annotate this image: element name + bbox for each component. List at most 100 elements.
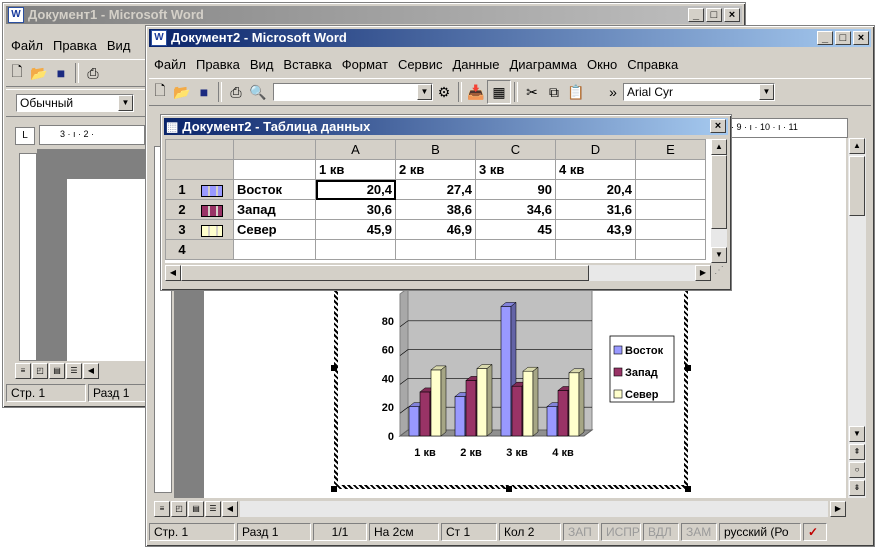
- resize-handle[interactable]: [685, 365, 691, 371]
- row-header[interactable]: 4: [165, 239, 234, 260]
- column-header[interactable]: C: [475, 139, 556, 160]
- web-view-icon[interactable]: ◰: [32, 363, 48, 379]
- maximize-button[interactable]: □: [835, 31, 851, 45]
- scroll-right-icon[interactable]: ▶: [695, 265, 711, 281]
- outline-view-icon[interactable]: ☰: [66, 363, 82, 379]
- series-label-cell[interactable]: Север: [233, 219, 316, 240]
- select-all-cell[interactable]: [165, 139, 234, 160]
- column-header[interactable]: D: [555, 139, 636, 160]
- status-ovr[interactable]: ЗАМ: [681, 523, 717, 541]
- resize-handle[interactable]: [331, 365, 337, 371]
- status-rec[interactable]: ЗАП: [563, 523, 599, 541]
- scroll-left-icon[interactable]: ◀: [222, 501, 238, 517]
- save-icon[interactable]: ■: [193, 81, 215, 103]
- value-cell[interactable]: 90: [475, 179, 556, 200]
- print-preview-icon[interactable]: 🔍: [247, 81, 269, 103]
- column-header[interactable]: A: [315, 139, 396, 160]
- datasheet-horizontal-scrollbar[interactable]: ◀ ▶: [165, 265, 711, 281]
- row-header-blank[interactable]: [165, 159, 234, 180]
- category-header-cell[interactable]: 2 кв: [395, 159, 476, 180]
- chart-object-frame[interactable]: 0 20 40 60 80 1 кв 2 кв 3 кв 4 кв Восток Запад Севе…: [334, 284, 688, 489]
- cut-icon[interactable]: ✂: [521, 81, 543, 103]
- row-header[interactable]: 1: [165, 179, 234, 200]
- menu-edit[interactable]: Правка: [48, 38, 102, 53]
- chevron-down-icon[interactable]: ▼: [759, 84, 774, 100]
- new-document-icon[interactable]: 🗋: [6, 62, 28, 84]
- page-view-icon[interactable]: ▤: [49, 363, 65, 379]
- menu-chart[interactable]: Диаграмма: [504, 57, 582, 72]
- doc2-horizontal-scrollbar[interactable]: [240, 501, 828, 517]
- normal-view-icon[interactable]: ≡: [154, 501, 170, 517]
- datasheet-cell[interactable]: [233, 159, 316, 180]
- new-document-icon[interactable]: 🗋: [149, 81, 171, 103]
- doc2-titlebar[interactable]: W Документ2 - Microsoft Word _ □ ×: [149, 29, 871, 47]
- value-cell[interactable]: 45: [475, 219, 556, 240]
- scroll-up-icon[interactable]: ▲: [849, 138, 865, 154]
- column-header[interactable]: E: [635, 139, 706, 160]
- page-view-icon[interactable]: ▤: [188, 501, 204, 517]
- value-cell[interactable]: 34,6: [475, 199, 556, 220]
- scroll-down-icon[interactable]: ▼: [849, 426, 865, 442]
- column-header-blank[interactable]: [233, 139, 316, 160]
- outline-view-icon[interactable]: ☰: [205, 501, 221, 517]
- scroll-thumb[interactable]: [711, 155, 727, 229]
- web-view-icon[interactable]: ◰: [171, 501, 187, 517]
- value-cell[interactable]: 45,9: [315, 219, 396, 240]
- menu-tools[interactable]: Сервис: [393, 57, 448, 72]
- menu-view[interactable]: Вид: [102, 38, 136, 53]
- value-cell[interactable]: 38,6: [395, 199, 476, 220]
- status-ext[interactable]: ВДЛ: [643, 523, 679, 541]
- scroll-left-icon[interactable]: ◀: [165, 265, 181, 281]
- value-cell[interactable]: 20,4: [315, 179, 396, 200]
- category-header-cell[interactable]: 4 кв: [555, 159, 636, 180]
- menu-window[interactable]: Окно: [582, 57, 622, 72]
- row-header[interactable]: 3: [165, 219, 234, 240]
- series-label-cell[interactable]: Восток: [233, 179, 316, 200]
- next-page-icon[interactable]: ⇟: [849, 480, 865, 496]
- close-button[interactable]: ×: [853, 31, 869, 45]
- value-cell[interactable]: 31,6: [555, 199, 636, 220]
- open-folder-icon[interactable]: 📂: [171, 81, 193, 103]
- minimize-button[interactable]: _: [688, 8, 704, 22]
- print-icon[interactable]: ⎙: [82, 62, 104, 84]
- datasheet-vertical-scrollbar[interactable]: ▲ ▼: [711, 139, 727, 263]
- datasheet-view-icon[interactable]: ▦: [487, 80, 511, 104]
- datasheet-cell[interactable]: [635, 199, 706, 220]
- print-icon[interactable]: ⎙: [225, 81, 247, 103]
- normal-view-icon[interactable]: ≡: [15, 363, 31, 379]
- category-header-cell[interactable]: 1 кв: [315, 159, 396, 180]
- value-cell[interactable]: [475, 239, 556, 260]
- resize-grip[interactable]: ⋰: [711, 265, 727, 281]
- value-cell[interactable]: 20,4: [555, 179, 636, 200]
- scroll-right-icon[interactable]: ▶: [830, 501, 846, 517]
- save-icon[interactable]: ■: [50, 62, 72, 84]
- spelling-status-icon[interactable]: ✓: [803, 523, 827, 541]
- menu-view[interactable]: Вид: [245, 57, 279, 72]
- scroll-thumb[interactable]: [181, 265, 589, 281]
- value-cell[interactable]: [555, 239, 636, 260]
- category-header-cell[interactable]: 3 кв: [475, 159, 556, 180]
- copy-icon[interactable]: ⧉: [543, 81, 565, 103]
- datasheet-cell[interactable]: [635, 159, 706, 180]
- datasheet-cell[interactable]: [635, 239, 706, 260]
- datasheet-cell[interactable]: [635, 219, 706, 240]
- value-cell[interactable]: 27,4: [395, 179, 476, 200]
- previous-page-icon[interactable]: ⇞: [849, 444, 865, 460]
- resize-handle[interactable]: [506, 486, 512, 492]
- value-cell[interactable]: 30,6: [315, 199, 396, 220]
- maximize-button[interactable]: □: [706, 8, 722, 22]
- scroll-down-icon[interactable]: ▼: [711, 247, 727, 263]
- menu-file[interactable]: Файл: [149, 57, 191, 72]
- series-label-cell[interactable]: Запад: [233, 199, 316, 220]
- value-cell[interactable]: [315, 239, 396, 260]
- scroll-up-icon[interactable]: ▲: [711, 139, 727, 155]
- minimize-button[interactable]: _: [817, 31, 833, 45]
- tab-stop-selector[interactable]: L: [15, 127, 35, 145]
- menu-format[interactable]: Формат: [337, 57, 393, 72]
- doc2-vertical-scrollbar[interactable]: ▲ ▼ ⇞ ○ ⇟: [848, 138, 866, 498]
- menu-file[interactable]: Файл: [6, 38, 48, 53]
- value-cell[interactable]: 46,9: [395, 219, 476, 240]
- scroll-left-icon[interactable]: ◀: [83, 363, 99, 379]
- datasheet-titlebar[interactable]: ▦ Документ2 - Таблица данных ×: [164, 118, 728, 135]
- close-button[interactable]: ×: [724, 8, 740, 22]
